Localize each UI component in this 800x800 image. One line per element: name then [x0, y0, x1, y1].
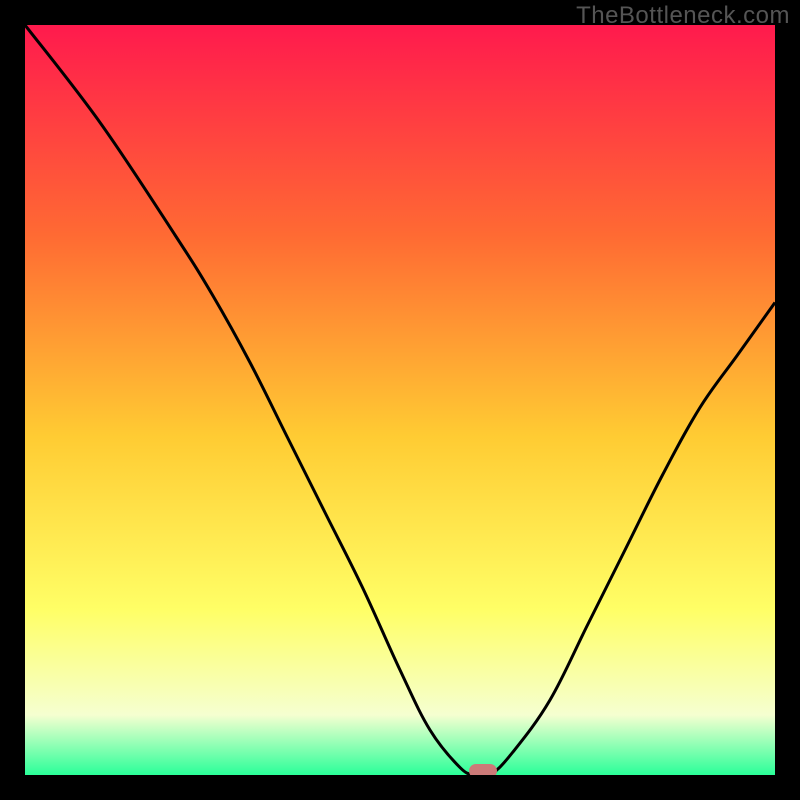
watermark-text: TheBottleneck.com	[576, 2, 790, 30]
optimal-marker	[469, 764, 497, 775]
chart-frame: TheBottleneck.com	[0, 0, 800, 800]
bottleneck-curve	[25, 25, 775, 775]
plot-area	[25, 25, 775, 775]
